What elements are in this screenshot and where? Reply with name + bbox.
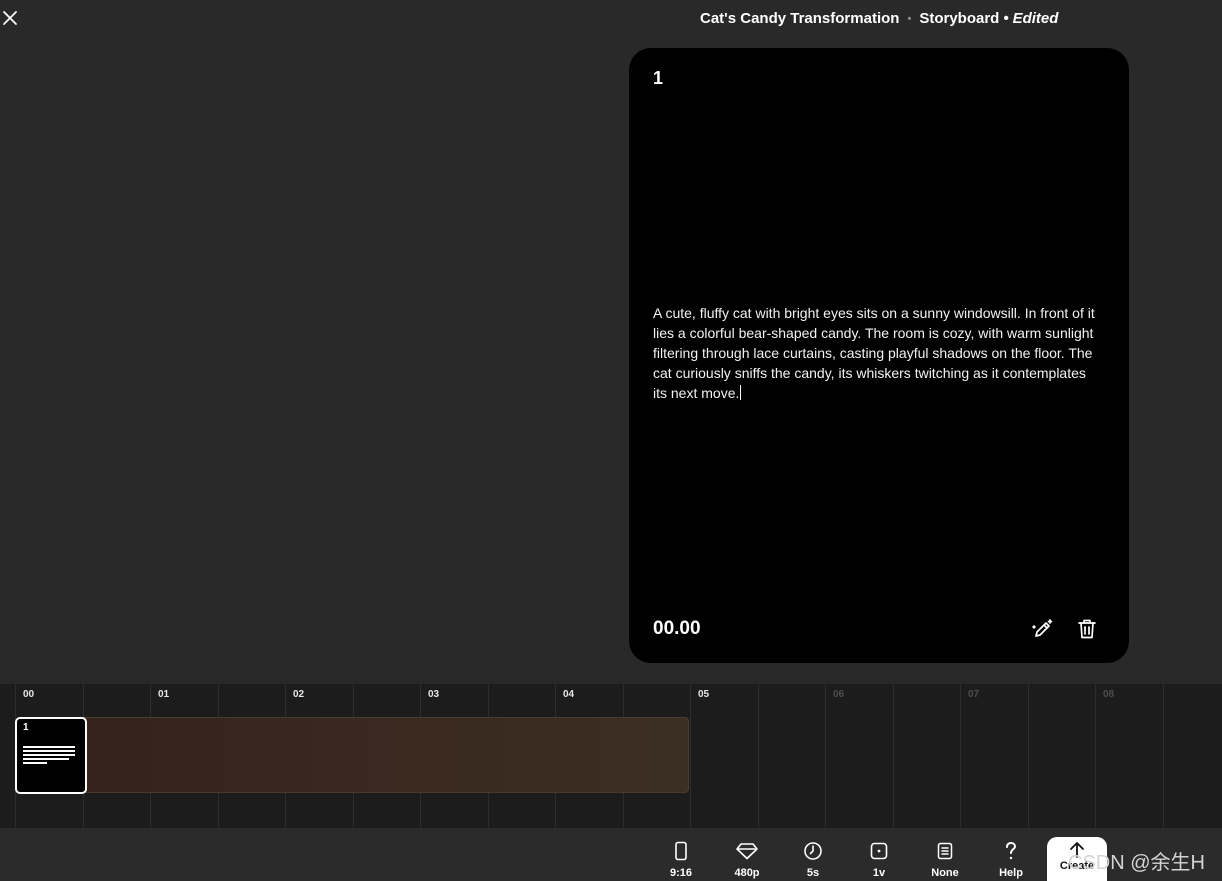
header-title: Cat's Candy Transformation • Storyboard …	[700, 10, 1058, 27]
timeline-grid-line	[1027, 684, 1029, 828]
clip-number: 1	[23, 722, 29, 733]
ruler-tick-label: 04	[563, 689, 575, 700]
timeline-grid-line	[757, 684, 759, 828]
question-icon	[1006, 841, 1017, 860]
variations-label: 1v	[872, 867, 886, 879]
variation-icon	[870, 842, 888, 860]
preset-icon	[937, 842, 953, 860]
ruler-tick-label: 01	[158, 689, 170, 700]
aspect-ratio-label: 9:16	[669, 867, 693, 879]
preset-button[interactable]: None	[920, 840, 970, 880]
scene-description-editor[interactable]: A cute, fluffy cat with bright eyes sits…	[653, 303, 1103, 403]
clip-track[interactable]	[16, 717, 689, 793]
ruler-tick-label: 08	[1103, 689, 1115, 700]
timeline-grid-line	[1162, 684, 1164, 828]
edited-label: Edited	[1012, 10, 1059, 27]
storyboard-card[interactable]: 1 A cute, fluffy cat with bright eyes si…	[629, 48, 1129, 663]
edit-prompt-button[interactable]	[1030, 616, 1056, 642]
phone-aspect-icon	[675, 841, 687, 861]
duration-button[interactable]: 5s	[788, 840, 838, 880]
timeline-clip[interactable]: 1	[15, 717, 87, 794]
close-button[interactable]	[0, 6, 20, 30]
clip-text-thumbnail	[23, 746, 75, 766]
timeline[interactable]: 00 01 02 03 04 05 06 07 08 1	[0, 684, 1222, 828]
timeline-grid-line	[690, 684, 691, 828]
resolution-button[interactable]: 480p	[722, 840, 772, 880]
aspect-ratio-button[interactable]: 9:16	[656, 840, 706, 880]
status-separator: •	[1003, 10, 1009, 27]
csdn-watermark: CSDN @余生H	[1068, 852, 1205, 874]
title-separator: •	[907, 12, 912, 25]
view-name: Storyboard	[919, 10, 1000, 27]
trash-icon	[1078, 619, 1096, 639]
duration-label: 5s	[806, 867, 820, 879]
ruler-tick-label: 03	[428, 689, 440, 700]
ruler-tick-label: 00	[23, 689, 35, 700]
close-icon	[3, 11, 17, 25]
help-label: Help	[999, 867, 1023, 879]
timeline-grid-line	[960, 684, 961, 828]
ruler-tick-label: 07	[968, 689, 980, 700]
variations-button[interactable]: 1v	[854, 840, 904, 880]
card-number: 1	[653, 68, 664, 88]
diamond-icon	[736, 843, 758, 860]
ruler-tick-label: 02	[293, 689, 305, 700]
preset-label: None	[931, 867, 959, 879]
resolution-label: 480p	[734, 867, 760, 879]
edited-status: • Edited	[1003, 10, 1058, 27]
help-button[interactable]: Help	[986, 840, 1036, 880]
timeline-grid-line	[1095, 684, 1096, 828]
magic-pencil-icon	[1032, 619, 1053, 637]
timeline-grid-line	[825, 684, 826, 828]
bottom-toolbar: 9:16 480p 5s 1v None Help	[0, 828, 1222, 881]
timeline-grid-line	[892, 684, 894, 828]
project-title: Cat's Candy Transformation	[700, 10, 900, 27]
ruler-tick-label: 05	[698, 689, 710, 700]
clock-icon	[804, 842, 822, 860]
card-timestamp: 00.00	[653, 618, 701, 639]
ruler-tick-label: 06	[833, 689, 845, 700]
delete-card-button[interactable]	[1074, 616, 1100, 642]
